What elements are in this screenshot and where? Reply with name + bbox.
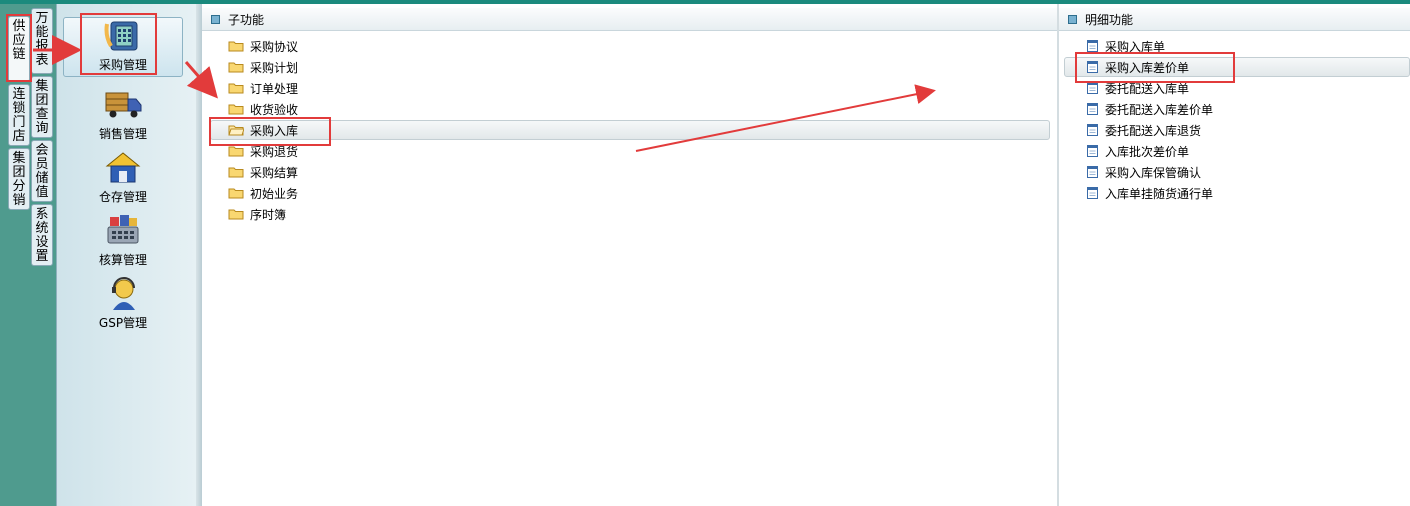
detail-function-label: 委托配送入库退货: [1105, 123, 1202, 138]
module-label: 核算管理: [98, 253, 147, 267]
folder-icon: [228, 41, 244, 52]
folder-icon: [228, 188, 244, 199]
detail-function-label: 采购入库单: [1105, 39, 1166, 54]
sub-function-label: 采购入库: [250, 123, 299, 138]
detail-function-item[interactable]: 采购入库保管确认: [1087, 162, 1201, 182]
sub-function-header: 子功能: [202, 8, 1057, 31]
detail-function-item[interactable]: 入库批次差价单: [1087, 141, 1189, 161]
detail-function-header: 明细功能: [1059, 8, 1410, 31]
document-icon: [1087, 187, 1098, 199]
detail-function-label: 入库单挂随货通行单: [1105, 186, 1214, 201]
sub-function-item[interactable]: 采购协议: [228, 36, 298, 56]
detail-function-item[interactable]: 采购入库单: [1087, 36, 1165, 56]
sub-function-label: 采购计划: [250, 60, 299, 75]
sub-function-item[interactable]: 采购结算: [228, 162, 298, 182]
detail-function-label: 委托配送入库差价单: [1105, 102, 1214, 117]
detail-function-item[interactable]: 采购入库差价单: [1064, 57, 1410, 77]
document-icon: [1087, 145, 1098, 157]
sub-function-label: 初始业务: [250, 186, 299, 201]
sub-function-pane: 子功能 采购协议采购计划订单处理收货验收采购入库采购退货采购结算初始业务序时簿: [202, 4, 1057, 506]
folder-icon: [228, 125, 244, 136]
module-gsp[interactable]: GSP管理: [63, 276, 183, 336]
tab-label: 系统设置: [35, 207, 49, 264]
module-label: 销售管理: [98, 127, 147, 141]
detail-function-label: 采购入库差价单: [1105, 60, 1190, 75]
detail-function-item[interactable]: 委托配送入库差价单: [1087, 99, 1213, 119]
module-accounting[interactable]: 核算管理: [63, 213, 183, 273]
sub-function-label: 采购退货: [250, 144, 299, 159]
tab-label: 供应链: [12, 19, 26, 62]
support-person-icon: [103, 276, 143, 312]
document-icon: [1087, 61, 1098, 73]
tab-universal-reports[interactable]: 万能报表: [31, 8, 53, 74]
sub-function-item[interactable]: 采购入库: [210, 120, 1050, 140]
module-warehouse[interactable]: 仓存管理: [63, 150, 183, 210]
folder-icon: [228, 209, 244, 220]
folder-icon: [228, 167, 244, 178]
folder-icon: [228, 104, 244, 115]
warehouse-icon: [103, 150, 143, 186]
sub-function-item[interactable]: 初始业务: [228, 183, 298, 203]
detail-function-title: 明细功能: [1085, 12, 1134, 27]
document-icon: [1087, 103, 1098, 115]
sub-function-item[interactable]: 序时簿: [228, 204, 286, 224]
document-icon: [1087, 166, 1098, 178]
tab-system-settings[interactable]: 系统设置: [31, 204, 53, 266]
folder-icon: [228, 62, 244, 73]
tab-chain-stores[interactable]: 连锁门店: [8, 84, 30, 146]
module-label: 采购管理: [98, 58, 147, 72]
cash-register-icon: [103, 213, 143, 249]
tab-member-deposit[interactable]: 会员储值: [31, 140, 53, 202]
tab-group-query[interactable]: 集团查询: [31, 76, 53, 138]
sub-function-item[interactable]: 订单处理: [228, 78, 298, 98]
sub-function-label: 收货验收: [250, 102, 299, 117]
tab-label: 集团分销: [12, 151, 26, 208]
tab-label: 连锁门店: [12, 87, 26, 144]
detail-function-pane: 明细功能 采购入库单采购入库差价单 委托配送入库单委托配送入库差价单 委托配送入库退…: [1059, 4, 1410, 506]
folder-icon: [228, 146, 244, 157]
sub-function-item[interactable]: 采购计划: [228, 57, 298, 77]
tab-label: 万能报表: [35, 11, 49, 68]
detail-function-label: 委托配送入库单: [1105, 81, 1190, 96]
detail-function-item[interactable]: 委托配送入库单: [1087, 78, 1189, 98]
detail-function-label: 入库批次差价单: [1105, 144, 1190, 159]
tab-label: 集团查询: [35, 79, 49, 136]
document-icon: [1087, 82, 1098, 94]
module-purchase[interactable]: 采购管理: [63, 17, 183, 77]
sub-function-label: 序时簿: [250, 207, 287, 222]
vertical-tab-strip: 供应链 连锁门店 集团分销 万能报表 集团查询 会员储值 系统设置: [0, 4, 56, 506]
folder-icon: [228, 83, 244, 94]
module-sales[interactable]: 销售管理: [63, 87, 183, 147]
sub-function-label: 采购结算: [250, 165, 299, 180]
tab-label: 会员储值: [35, 143, 49, 200]
module-panel: 采购管理 销售管理 仓存管理 核算管理 GSP管理: [56, 4, 196, 506]
sub-function-label: 订单处理: [250, 81, 299, 96]
sub-function-item[interactable]: 采购退货: [228, 141, 298, 161]
tab-group-distribution[interactable]: 集团分销: [8, 148, 30, 210]
header-bullet-icon: [1068, 14, 1077, 24]
delivery-truck-icon: [103, 87, 143, 123]
tab-supply-chain[interactable]: 供应链: [8, 16, 30, 82]
sub-function-item[interactable]: 收货验收: [228, 99, 298, 119]
header-bullet-icon: [211, 14, 220, 24]
sub-function-title: 子功能: [228, 12, 265, 27]
sub-function-label: 采购协议: [250, 39, 299, 54]
detail-function-item[interactable]: 委托配送入库退货: [1087, 120, 1201, 140]
detail-function-label: 采购入库保管确认: [1105, 165, 1202, 180]
module-label: 仓存管理: [98, 190, 147, 204]
document-icon: [1087, 124, 1098, 136]
detail-function-item[interactable]: 入库单挂随货通行单: [1087, 183, 1213, 203]
module-label: GSP管理: [98, 316, 148, 330]
document-icon: [1087, 40, 1098, 52]
phone-calculator-icon: [103, 18, 143, 54]
